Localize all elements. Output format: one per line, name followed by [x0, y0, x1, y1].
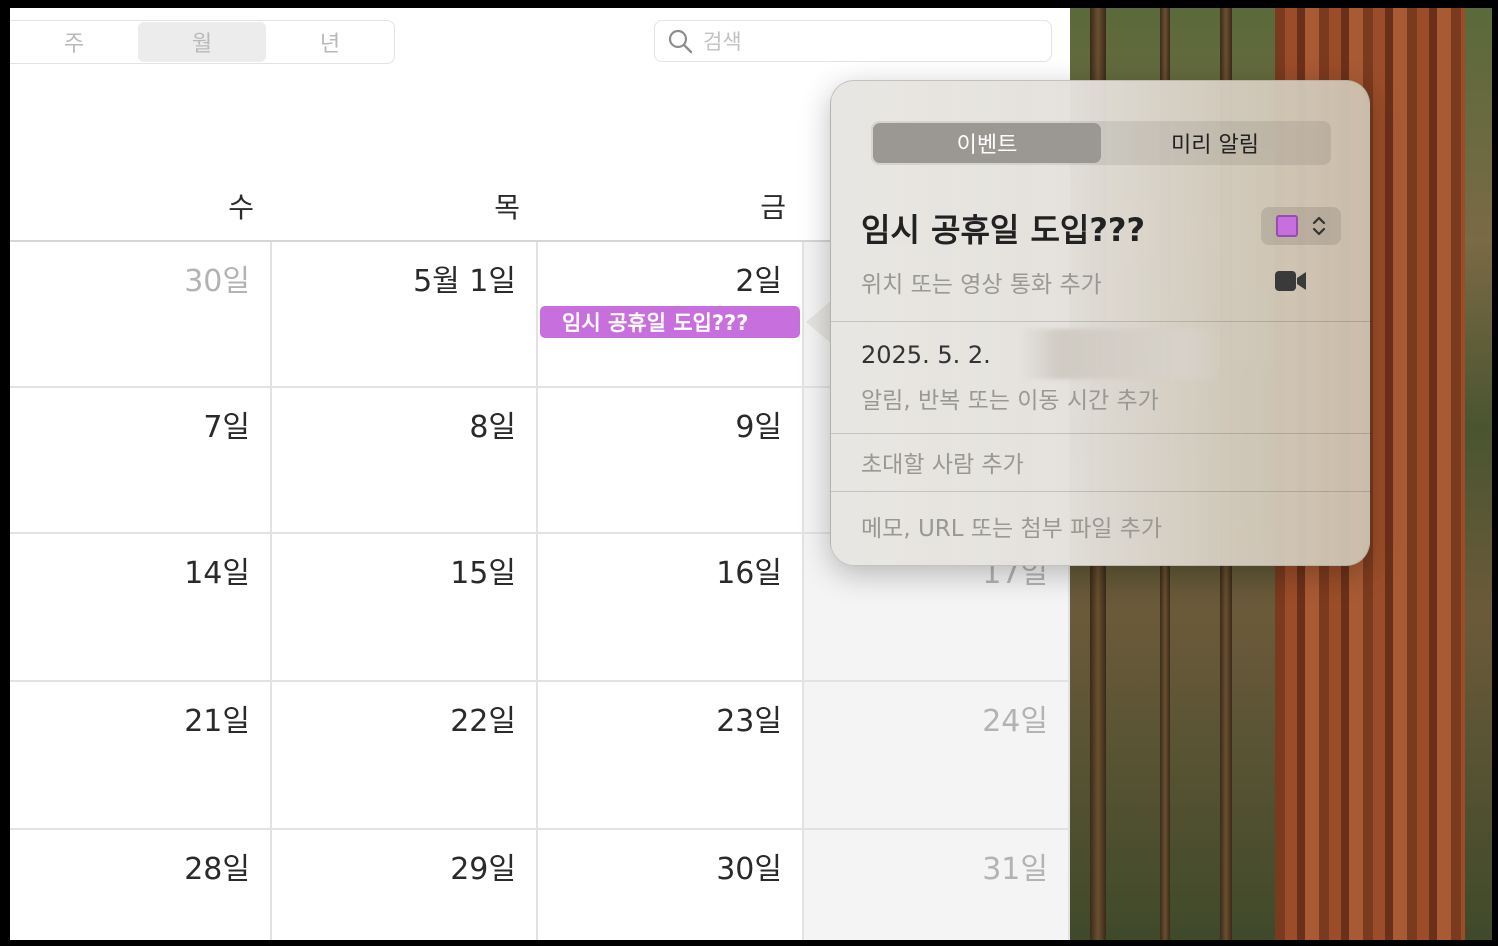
chevron-updown-icon: [1312, 216, 1326, 236]
color-swatch-icon: [1276, 215, 1298, 237]
day-cell[interactable]: 5월 1일: [272, 242, 538, 388]
weekday-fri: 금: [760, 191, 786, 224]
day-cell[interactable]: 28일: [10, 830, 272, 940]
location-field[interactable]: 위치 또는 영상 통화 추가: [861, 265, 1102, 299]
day-cell[interactable]: 8일: [272, 388, 538, 534]
calendar-event[interactable]: 임시 공휴일 도입???: [540, 306, 800, 338]
search-field[interactable]: 검색: [654, 20, 1052, 62]
day-cell[interactable]: 23일: [538, 682, 804, 830]
divider: [831, 433, 1371, 434]
alert-repeat-field[interactable]: 알림, 반복 또는 이동 시간 추가: [861, 381, 1159, 415]
day-number: 2일: [735, 264, 782, 299]
popover-tabs: 이벤트 미리 알림: [871, 121, 1331, 165]
day-number: 30일: [716, 852, 782, 887]
day-number: 7일: [203, 410, 250, 445]
event-popover: 이벤트 미리 알림 임시 공휴일 도입??? 위치 또는 영상 통화 추가 20…: [830, 80, 1371, 566]
event-date[interactable]: 2025. 5. 2.: [861, 341, 991, 369]
day-number: 15일: [450, 556, 516, 591]
search-icon: [668, 29, 693, 54]
day-cell[interactable]: 7일: [10, 388, 272, 534]
day-number: 22일: [450, 704, 516, 739]
day-cell[interactable]: 15일: [272, 534, 538, 682]
day-number: 23일: [716, 704, 782, 739]
day-cell[interactable]: 21일: [10, 682, 272, 830]
day-number: 9일: [735, 410, 782, 445]
redacted-time: [1019, 329, 1224, 379]
calendar-color-picker[interactable]: [1261, 207, 1341, 245]
day-number: 16일: [716, 556, 782, 591]
weekday-thu: 목: [494, 191, 520, 224]
tab-month[interactable]: 월: [138, 22, 266, 62]
day-cell[interactable]: 30일: [10, 242, 272, 388]
tab-reminder[interactable]: 미리 알림: [1101, 123, 1329, 163]
event-title-field[interactable]: 임시 공휴일 도입???: [861, 205, 1145, 251]
day-number: 5월 1일: [413, 264, 516, 299]
search-placeholder: 검색: [703, 30, 742, 54]
day-cell[interactable]: 30일: [538, 830, 804, 940]
popover-arrow: [806, 300, 832, 344]
day-number: 24일: [982, 704, 1048, 739]
day-cell[interactable]: 16일: [538, 534, 804, 682]
invitees-field[interactable]: 초대할 사람 추가: [861, 445, 1024, 479]
weekday-wed: 수: [228, 191, 254, 224]
tab-year[interactable]: 년: [266, 22, 394, 62]
tab-event[interactable]: 이벤트: [873, 123, 1101, 163]
day-number: 14일: [184, 556, 250, 591]
divider: [831, 491, 1371, 492]
tab-week[interactable]: 주: [10, 22, 138, 62]
day-number: 21일: [184, 704, 250, 739]
divider: [831, 321, 1371, 322]
video-call-icon[interactable]: [1275, 270, 1307, 292]
day-cell[interactable]: 29일: [272, 830, 538, 940]
day-cell[interactable]: 31일: [804, 830, 1070, 940]
day-cell[interactable]: 9일: [538, 388, 804, 534]
day-number: 8일: [469, 410, 516, 445]
day-cell[interactable]: 24일: [804, 682, 1070, 830]
day-cell[interactable]: 22일: [272, 682, 538, 830]
day-number: 28일: [184, 852, 250, 887]
day-number: 31일: [982, 852, 1048, 887]
view-switcher: 주 월 년: [10, 20, 395, 64]
notes-field[interactable]: 메모, URL 또는 첨부 파일 추가: [861, 509, 1162, 543]
day-number: 29일: [450, 852, 516, 887]
day-number: 30일: [184, 264, 250, 299]
day-cell[interactable]: 14일: [10, 534, 272, 682]
